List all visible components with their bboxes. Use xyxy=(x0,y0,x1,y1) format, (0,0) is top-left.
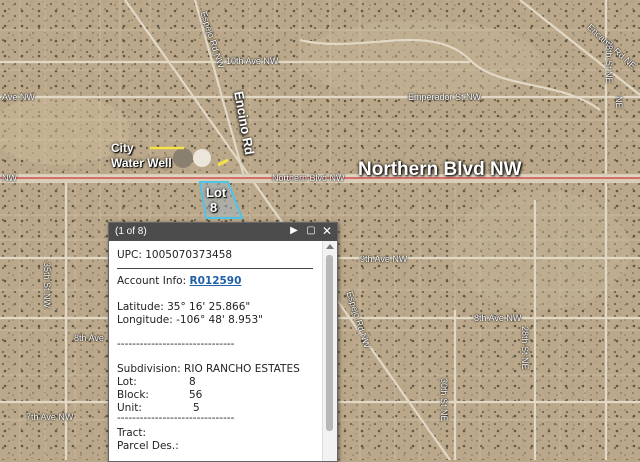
longitude-row: Longitude: -106° 48' 8.953" xyxy=(117,314,263,326)
road-label-30th: 30th St NE xyxy=(439,378,449,422)
road-label-northern-left: NW xyxy=(2,173,17,183)
play-icon[interactable]: ▶ xyxy=(288,225,300,237)
parcel-des-label: Parcel Des.: xyxy=(117,440,179,452)
road-label-northern-big: Northern Blvd NW xyxy=(358,159,522,180)
account-label: Account Info: xyxy=(117,275,187,287)
road-label-28th-top: 28th St NE xyxy=(604,40,614,84)
account-link[interactable]: R012590 xyxy=(190,275,242,287)
water-well-label-line2: Water Well xyxy=(111,156,172,170)
upc-value: 1005070373458 xyxy=(145,249,233,261)
lot-label: Lot 8 xyxy=(206,185,226,215)
parcel-info-popup: (1 of 8) ▶ ▢ ✕ UPC: 1005070373458 Accoun… xyxy=(108,222,338,462)
tract-row: Tract: xyxy=(117,427,146,439)
latitude-label: Latitude: xyxy=(117,301,164,313)
water-tank-left xyxy=(173,148,193,168)
water-well-label-line1: City xyxy=(111,141,134,155)
tract-label: Tract: xyxy=(117,427,147,439)
road-label-28th-mid: 28th St NE xyxy=(520,326,530,370)
popup-count: (1 of 8) xyxy=(115,226,147,237)
lot-field-label: Lot: xyxy=(117,376,137,388)
longitude-label: Longitude: xyxy=(117,314,173,326)
latitude-value: 35° 16' 25.866" xyxy=(167,301,251,313)
lot-row: Lot: xyxy=(117,376,137,388)
account-row: Account Info: R012590 xyxy=(117,275,241,287)
subdivision-value: RIO RANCHO ESTATES xyxy=(184,363,300,375)
road-label-7th-ave: 7th Ave NW xyxy=(26,412,74,422)
water-tank-right xyxy=(193,149,211,167)
popup-content: UPC: 1005070373458 Account Info: R012590… xyxy=(109,241,323,461)
popup-scrollbar[interactable] xyxy=(322,241,337,461)
separator-1: ------------------------------- xyxy=(117,338,235,350)
subdivision-label: Subdivision: xyxy=(117,363,181,375)
lot-label-line2: 8 xyxy=(210,200,218,215)
road-label-9th-ave: 9th Ave NW xyxy=(360,254,408,264)
block-label: Block: xyxy=(117,389,149,401)
scroll-up-icon[interactable] xyxy=(326,244,334,249)
road-label-emperador: Emperador St NW xyxy=(408,92,482,102)
lot-field-value: 8 xyxy=(189,376,196,388)
scroll-thumb[interactable] xyxy=(326,255,333,431)
lot-label-line1: Lot xyxy=(206,185,227,200)
subdivision-row: Subdivision: RIO RANCHO ESTATES xyxy=(117,363,300,375)
road-label-8th-ave: 8th Ave NW xyxy=(474,313,522,323)
divider xyxy=(117,268,313,269)
longitude-value: -106° 48' 8.953" xyxy=(176,314,264,326)
water-well-label: City Water Well xyxy=(111,141,172,171)
latitude-row: Latitude: 35° 16' 25.866" xyxy=(117,301,250,313)
maximize-icon[interactable]: ▢ xyxy=(305,225,317,237)
block-row: Block: xyxy=(117,389,149,401)
road-label-ne-right: NE xyxy=(614,96,624,109)
road-label-emperador-left: Ave NW xyxy=(2,92,35,102)
upc-label: UPC: xyxy=(117,249,142,261)
road-label-10th-ave: 10th Ave NW xyxy=(226,56,279,66)
parcel-des-row: Parcel Des.: xyxy=(117,440,179,452)
popup-header: (1 of 8) ▶ ▢ ✕ xyxy=(109,223,337,241)
block-value: 56 xyxy=(189,389,203,401)
road-label-35th-st: 35th St NW xyxy=(42,262,52,309)
road-label-8th-ave-left: 8th Ave xyxy=(74,333,104,343)
road-label-northern-small: Northern Blvd NW xyxy=(272,173,345,183)
upc-row: UPC: 1005070373458 xyxy=(117,249,232,261)
close-icon[interactable]: ✕ xyxy=(321,225,333,237)
separator-2: ------------------------------- xyxy=(117,412,235,424)
